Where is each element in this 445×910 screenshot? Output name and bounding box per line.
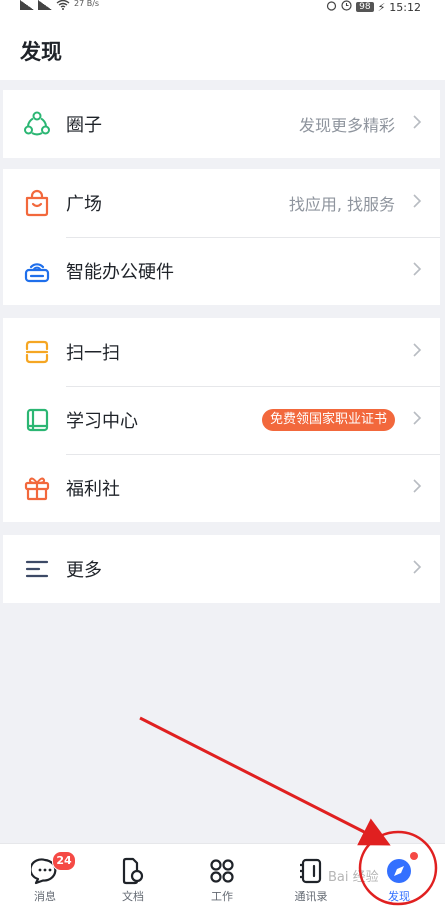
contacts-book-icon bbox=[296, 856, 326, 886]
row-plaza[interactable]: 广场 找应用, 找服务 bbox=[3, 169, 440, 237]
document-icon bbox=[118, 856, 148, 886]
row-circles[interactable]: 圈子 发现更多精彩 bbox=[3, 90, 440, 158]
chevron-right-icon bbox=[412, 193, 422, 213]
chevron-right-icon bbox=[412, 410, 422, 430]
row-label: 智能办公硬件 bbox=[66, 262, 174, 283]
row-subtitle: 找应用, 找服务 bbox=[288, 195, 395, 214]
network-speed: 27 B/s bbox=[74, 0, 100, 8]
tab-label: 工作 bbox=[211, 890, 233, 903]
tab-label: 文档 bbox=[122, 890, 144, 903]
chevron-right-icon bbox=[412, 114, 422, 134]
promo-badge[interactable]: 免费领国家职业证书 bbox=[261, 409, 395, 431]
book-icon bbox=[23, 406, 51, 434]
apps-grid-icon bbox=[207, 856, 237, 886]
clock-icon bbox=[341, 0, 352, 14]
tab-messages[interactable]: 24 消息 bbox=[10, 844, 80, 910]
page-title: 发现 bbox=[20, 40, 62, 64]
signal-icon bbox=[20, 0, 34, 10]
charging-icon: ⚡ bbox=[377, 0, 386, 14]
circle-group-icon bbox=[23, 110, 51, 138]
wifi-icon bbox=[56, 0, 70, 13]
watermark: Bai 经验 bbox=[328, 870, 379, 885]
row-scan[interactable]: 扫一扫 bbox=[3, 318, 440, 386]
row-subtitle: 发现更多精彩 bbox=[298, 116, 395, 135]
row-label: 扫一扫 bbox=[66, 343, 120, 364]
chevron-right-icon bbox=[412, 478, 422, 498]
tab-docs[interactable]: 文档 bbox=[98, 844, 168, 910]
status-right: 98 ⚡ 15:12 bbox=[326, 0, 421, 14]
chevron-right-icon bbox=[412, 559, 422, 579]
section-plaza: 广场 找应用, 找服务 智能办公硬件 bbox=[3, 169, 440, 305]
unread-count-badge: 24 bbox=[52, 851, 76, 871]
tab-work[interactable]: 工作 bbox=[187, 844, 257, 910]
status-time: 15:12 bbox=[389, 0, 421, 14]
row-more[interactable]: 更多 bbox=[3, 535, 440, 603]
router-hardware-icon bbox=[23, 257, 51, 285]
gift-icon bbox=[23, 474, 51, 502]
row-welfare[interactable]: 福利社 bbox=[3, 454, 440, 522]
chevron-right-icon bbox=[412, 342, 422, 362]
header: 发现 bbox=[0, 18, 445, 80]
signal-icon-2 bbox=[38, 0, 52, 10]
tab-label: 发现 bbox=[388, 890, 410, 903]
row-learning-center[interactable]: 学习中心 免费领国家职业证书 bbox=[3, 386, 440, 454]
status-bar: 27 B/s 98 ⚡ 15:12 bbox=[0, 0, 445, 18]
alarm-icon bbox=[326, 0, 337, 14]
annotation-arrow bbox=[139, 716, 391, 846]
tab-label: 通讯录 bbox=[294, 890, 328, 903]
tab-label: 消息 bbox=[34, 890, 56, 903]
menu-lines-icon bbox=[23, 555, 51, 583]
row-label: 圈子 bbox=[66, 115, 102, 136]
status-left: 27 B/s bbox=[20, 0, 99, 13]
row-smart-hardware[interactable]: 智能办公硬件 bbox=[3, 237, 440, 305]
row-label: 广场 bbox=[66, 194, 102, 215]
scan-icon bbox=[23, 338, 51, 366]
chevron-right-icon bbox=[412, 261, 422, 281]
row-label: 学习中心 bbox=[66, 411, 138, 432]
shopping-bag-icon bbox=[23, 189, 51, 217]
row-label: 更多 bbox=[66, 560, 102, 581]
section-circles: 圈子 发现更多精彩 bbox=[3, 90, 440, 158]
battery-level: 98 bbox=[356, 2, 374, 12]
notification-dot bbox=[410, 852, 418, 860]
row-label: 福利社 bbox=[66, 479, 120, 500]
section-tools: 扫一扫 学习中心 免费领国家职业证书 福利社 bbox=[3, 318, 440, 522]
discover-compass-icon bbox=[384, 856, 414, 886]
section-more: 更多 bbox=[3, 535, 440, 603]
